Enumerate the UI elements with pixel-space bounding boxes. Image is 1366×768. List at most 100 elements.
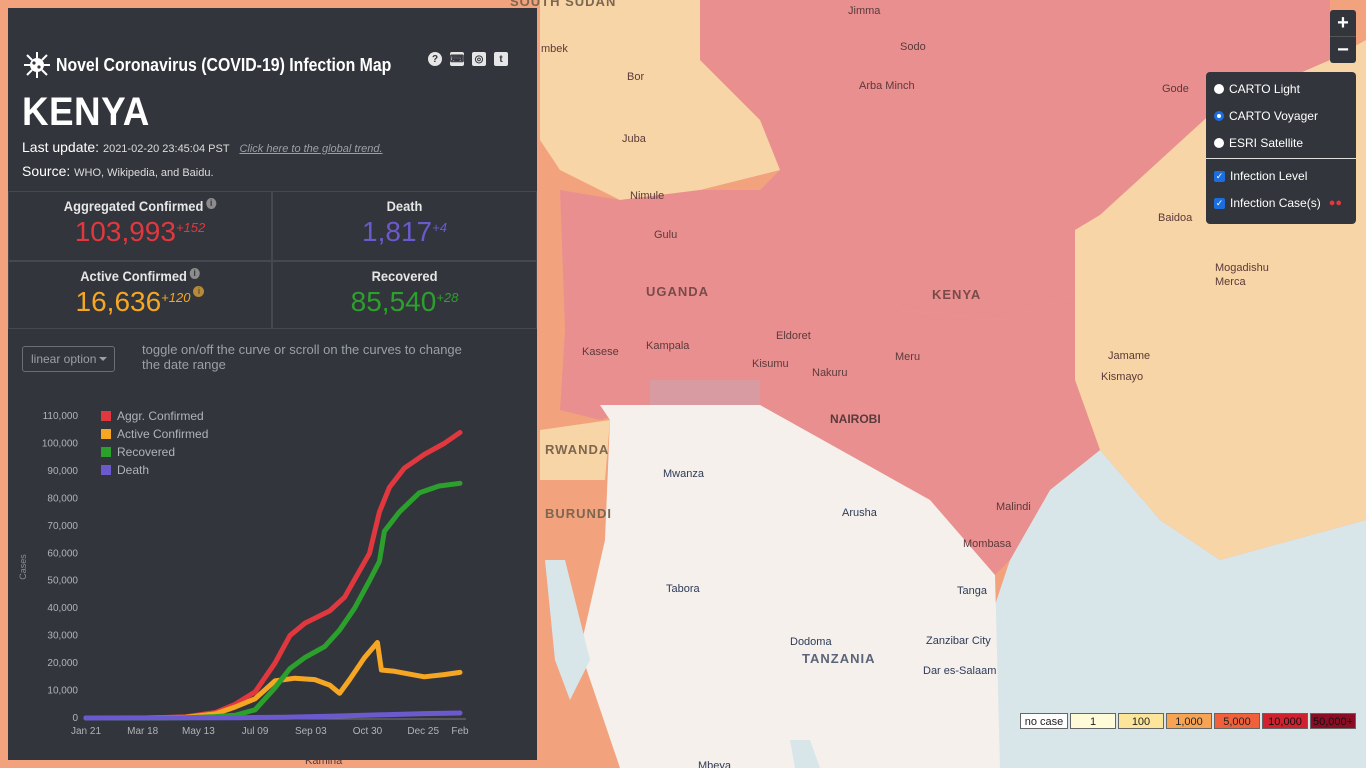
header-icons: ? ⌨ ◎ t <box>428 52 508 66</box>
global-trend-link[interactable]: Click here to the global trend. <box>239 143 382 155</box>
y-tick-label: 0 <box>72 713 78 724</box>
stat-value: 1,817+4 <box>362 216 447 247</box>
legend-label: Active Confirmed <box>117 427 208 441</box>
y-tick-label: 100,000 <box>42 438 79 449</box>
y-tick-label: 20,000 <box>47 658 78 669</box>
x-tick-label: May 13 <box>182 726 215 737</box>
legend-label: Recovered <box>117 445 175 459</box>
place-label: Kampala <box>646 340 690 352</box>
info-icon[interactable]: i <box>193 286 205 297</box>
checkbox-checked-icon[interactable]: ✓ <box>1214 170 1225 182</box>
place-label: Nimule <box>630 190 665 202</box>
users-icon: ●● <box>1328 197 1342 209</box>
chart-hint: toggle on/off the curve or scroll on the… <box>142 342 462 372</box>
place-label: Juba <box>622 133 646 145</box>
zoom-out-button[interactable]: − <box>1330 37 1356 63</box>
country-label-kenya: KENYA <box>932 287 982 302</box>
legend-swatch: 50,000+ <box>1310 713 1356 729</box>
y-tick-label: 60,000 <box>47 548 78 559</box>
last-update-value: 2021-02-20 23:45:04 PST <box>102 143 230 155</box>
info-icon[interactable]: i <box>206 198 217 209</box>
country-label-rwanda: RWANDA <box>545 442 610 457</box>
zoom-control: + − <box>1330 10 1356 63</box>
place-label: Jimma <box>848 5 881 17</box>
y-tick-label: 110,000 <box>43 411 79 422</box>
series-line <box>83 640 463 721</box>
place-label: Mombasa <box>963 538 1012 550</box>
app-title: Novel Coronavirus (COVID-19) Infection M… <box>56 54 392 75</box>
checkbox-checked-icon[interactable]: ✓ <box>1214 197 1225 209</box>
place-label: Gode <box>1162 83 1189 95</box>
place-label: Bor <box>627 71 645 83</box>
y-tick-label: 10,000 <box>47 686 78 697</box>
place-label: Nakuru <box>812 367 848 379</box>
stat-active: Active Confirmed i 16,636+120 i <box>8 261 272 329</box>
country-label-burundi: BURUNDI <box>545 506 612 521</box>
x-tick-label: Oct 30 <box>353 726 383 737</box>
twitter-icon[interactable]: t <box>494 52 508 66</box>
x-tick-label: Jan 21 <box>71 726 101 737</box>
y-tick-label: 30,000 <box>47 631 78 642</box>
stat-label: Active Confirmed i <box>19 268 260 284</box>
series-line <box>83 710 463 721</box>
place-label: Jamame <box>1108 350 1151 362</box>
y-tick-label: 80,000 <box>47 493 78 504</box>
scale-dropdown[interactable]: linear option <box>22 346 115 372</box>
country-label-uganda: UGANDA <box>646 284 710 299</box>
help-icon[interactable]: ? <box>428 52 442 66</box>
y-tick-label: 90,000 <box>47 466 78 477</box>
x-tick-label: Feb <box>451 726 469 737</box>
place-label: Mwanza <box>663 468 704 480</box>
stat-confirmed: Aggregated Confirmed i 103,993+152 <box>8 191 272 261</box>
radio-selected-icon[interactable] <box>1214 111 1224 121</box>
legend-label: Death <box>117 463 149 477</box>
stat-value: 103,993+152 <box>74 216 206 247</box>
source-label: Source: <box>22 163 71 179</box>
place-label: Malindi <box>996 501 1031 513</box>
x-tick-label: Jul 09 <box>242 726 269 737</box>
place-label: Arusha <box>842 507 877 519</box>
legend-swatch <box>101 447 111 457</box>
layer-option-carto-voyager[interactable]: CARTO Voyager <box>1214 109 1318 123</box>
legend-swatch <box>101 429 111 439</box>
virus-icon <box>24 52 50 78</box>
place-label: Dar es-Salaam <box>923 665 997 677</box>
layer-option-esri-satellite[interactable]: ESRI Satellite <box>1214 136 1303 150</box>
panel-header: Novel Coronavirus (COVID-19) Infection M… <box>22 50 437 80</box>
place-label: Dodoma <box>790 636 832 648</box>
last-update: Last update: 2021-02-20 23:45:04 PST Cli… <box>22 139 383 155</box>
legend-swatch <box>101 411 111 421</box>
place-label: Zanzibar City <box>926 635 991 647</box>
github-icon[interactable]: ◎ <box>472 52 486 66</box>
overlay-infection-level[interactable]: ✓ Infection Level <box>1214 169 1307 183</box>
radio-icon[interactable] <box>1214 138 1224 148</box>
legend-swatch: 10,000 <box>1262 713 1308 729</box>
place-label: Meru <box>895 351 921 363</box>
place-label: Kismayo <box>1101 371 1144 383</box>
radio-icon[interactable] <box>1214 84 1224 94</box>
zoom-in-button[interactable]: + <box>1330 10 1356 37</box>
last-update-label: Last update: <box>22 139 100 155</box>
place-label: Mbeya <box>698 760 732 768</box>
overlay-infection-cases[interactable]: ✓ Infection Case(s) ●● <box>1214 196 1342 210</box>
stat-label: Death <box>386 198 423 214</box>
place-label: Tanga <box>957 585 987 597</box>
place-label: Sodo <box>900 41 926 53</box>
layer-option-carto-light[interactable]: CARTO Light <box>1214 82 1300 96</box>
place-label: mbek <box>541 43 568 55</box>
legend-swatch: no case <box>1020 713 1068 729</box>
keyboard-icon[interactable]: ⌨ <box>450 52 464 66</box>
country-name: KENYA <box>22 90 150 134</box>
info-panel: Novel Coronavirus (COVID-19) Infection M… <box>8 8 537 760</box>
trend-chart[interactable]: 0 10,000 20,000 30,000 40,000 50,000 60,000 70,… <box>8 398 537 738</box>
legend-label: Aggr. Confirmed <box>117 409 204 423</box>
y-axis-label: Cases <box>18 554 28 580</box>
stat-label: Aggregated Confirmed i <box>19 198 260 214</box>
country-label-tanzania: TANZANIA <box>802 651 876 666</box>
info-icon[interactable]: i <box>189 268 200 279</box>
place-label: Baidoa <box>1158 212 1193 224</box>
layer-divider <box>1206 158 1356 159</box>
x-tick-label: Dec 25 <box>407 726 439 737</box>
y-tick-label: 70,000 <box>47 521 78 532</box>
stat-value: 85,540+28 <box>350 286 459 317</box>
